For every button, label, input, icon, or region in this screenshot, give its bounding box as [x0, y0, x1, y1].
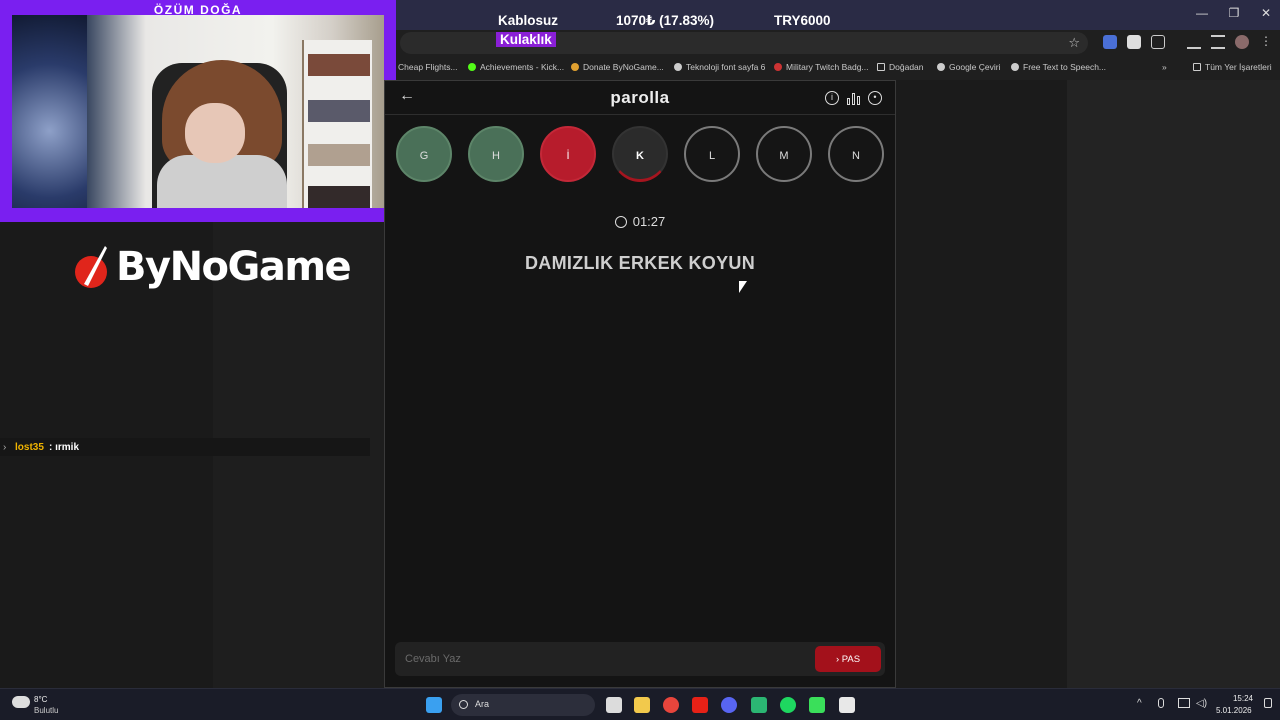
- app-icon[interactable]: [809, 697, 825, 713]
- bookmark-item[interactable]: Free Text to Speech...: [1011, 62, 1106, 72]
- logo-text: ByNoGame: [116, 244, 352, 290]
- answer-input[interactable]: [395, 642, 813, 676]
- bookmark-item[interactable]: Achievements - Kick...: [468, 62, 564, 72]
- minimize-icon[interactable]: —: [1192, 6, 1212, 20]
- avatar[interactable]: [1235, 35, 1249, 49]
- timer: 01:27: [385, 214, 895, 229]
- bookmark-item[interactable]: Teknoloji font sayfa 6: [674, 62, 765, 72]
- file-explorer-icon[interactable]: [634, 697, 650, 713]
- profile-icon[interactable]: •: [868, 91, 882, 105]
- chat-badge-icon: ›: [3, 442, 7, 453]
- clock-time[interactable]: 15:24: [1228, 694, 1258, 703]
- goal-progress: 1070₺ (17.83%): [616, 13, 714, 28]
- microphone-icon[interactable]: [1158, 698, 1164, 708]
- right-empty-panel: [1067, 80, 1280, 688]
- all-bookmarks-folder[interactable]: Tüm Yer İşaretleri: [1193, 62, 1272, 72]
- chat-text: : ırmik: [49, 442, 80, 453]
- game-header: ← parolla i •: [385, 81, 895, 115]
- task-view-icon[interactable]: [606, 697, 622, 713]
- bookmark-item[interactable]: Google Çeviri: [937, 62, 1001, 72]
- question-text: DAMIZLIK ERKEK KOYUN: [525, 253, 755, 273]
- bookmarks-bar: Cheap Flights... Achievements - Kick... …: [396, 56, 1280, 80]
- pass-button[interactable]: › PAS: [815, 646, 881, 672]
- answer-bar: › PAS: [395, 642, 885, 676]
- star-icon[interactable]: ☆: [1068, 35, 1080, 51]
- letter-circle-wrong: İ: [540, 126, 596, 182]
- taskbar-search[interactable]: Ara: [451, 694, 595, 716]
- letter-circle-correct: G: [396, 126, 452, 182]
- cloud-icon[interactable]: [12, 696, 30, 708]
- chat-message: › lost35 : ırmik: [0, 438, 370, 456]
- bookmark-item[interactable]: Donate ByNoGame...: [571, 62, 664, 72]
- discord-icon[interactable]: [721, 697, 737, 713]
- tab-search-icon[interactable]: [1211, 35, 1225, 49]
- capcut-icon[interactable]: [839, 697, 855, 713]
- extension-icon[interactable]: [1127, 35, 1141, 49]
- clock-date[interactable]: 5.01.2026: [1216, 706, 1252, 715]
- letter-circle-pending: N: [828, 126, 884, 182]
- translate-extension-icon[interactable]: [1103, 35, 1117, 49]
- download-icon[interactable]: [1187, 35, 1201, 49]
- chat-username: lost35: [15, 442, 44, 453]
- puzzle-icon[interactable]: [1151, 35, 1165, 49]
- volume-icon[interactable]: ◁): [1196, 698, 1207, 709]
- restore-icon[interactable]: ❐: [1224, 6, 1244, 20]
- whatsapp-icon[interactable]: [751, 697, 767, 713]
- parolla-game: ← parolla i • GHİKLMN 01:27 DAMIZLIK ERK…: [384, 80, 896, 688]
- clock-icon: [614, 216, 627, 228]
- letter-circle-pending: L: [684, 126, 740, 182]
- bookmark-item[interactable]: Military Twitch Badg...: [774, 62, 869, 72]
- menu-icon[interactable]: ⋮: [1260, 35, 1272, 49]
- mouse-cursor: [739, 281, 747, 293]
- start-icon[interactable]: [426, 697, 442, 713]
- webcam-frame: ÖZÜM DOĞA: [0, 0, 396, 222]
- youtube-icon[interactable]: [692, 697, 708, 713]
- chrome-icon[interactable]: [663, 697, 679, 713]
- close-icon[interactable]: ✕: [1256, 6, 1276, 20]
- taskbar: 8°C Bulutlu Ara ^ ◁) 15:24 5.01.2026: [0, 688, 1280, 720]
- network-icon[interactable]: [1178, 698, 1190, 708]
- donation-goal-bar: Kablosuz Kulaklık 1070₺ (17.83%) TRY6000: [490, 10, 834, 47]
- bookmarks-overflow-icon[interactable]: »: [1162, 62, 1167, 72]
- bookmark-item[interactable]: Cheap Flights...: [398, 62, 458, 72]
- goal-item-label: Kablosuz: [498, 13, 559, 28]
- letter-circle-current: K: [612, 126, 668, 182]
- letter-circle-correct: H: [468, 126, 524, 182]
- stats-icon[interactable]: [847, 92, 860, 105]
- webcam-video: [12, 15, 384, 208]
- timer-value: 01:27: [632, 214, 666, 229]
- search-icon: [459, 700, 468, 709]
- goal-item-label-2: Kulaklık: [496, 32, 556, 47]
- feather-logo-icon: [75, 246, 107, 288]
- weather-desc[interactable]: Bulutlu: [34, 706, 58, 715]
- chevron-right-icon: ›: [835, 653, 840, 665]
- game-title: parolla: [610, 88, 670, 107]
- info-icon[interactable]: i: [825, 91, 839, 105]
- bookmark-folder[interactable]: Doğadan: [877, 62, 924, 72]
- letter-circle-pending: M: [756, 126, 812, 182]
- chevron-up-icon[interactable]: ^: [1137, 698, 1142, 709]
- spotify-icon[interactable]: [780, 697, 796, 713]
- notification-icon[interactable]: [1264, 698, 1272, 708]
- goal-target: TRY6000: [774, 13, 831, 28]
- weather-temp[interactable]: 8°C: [34, 695, 47, 704]
